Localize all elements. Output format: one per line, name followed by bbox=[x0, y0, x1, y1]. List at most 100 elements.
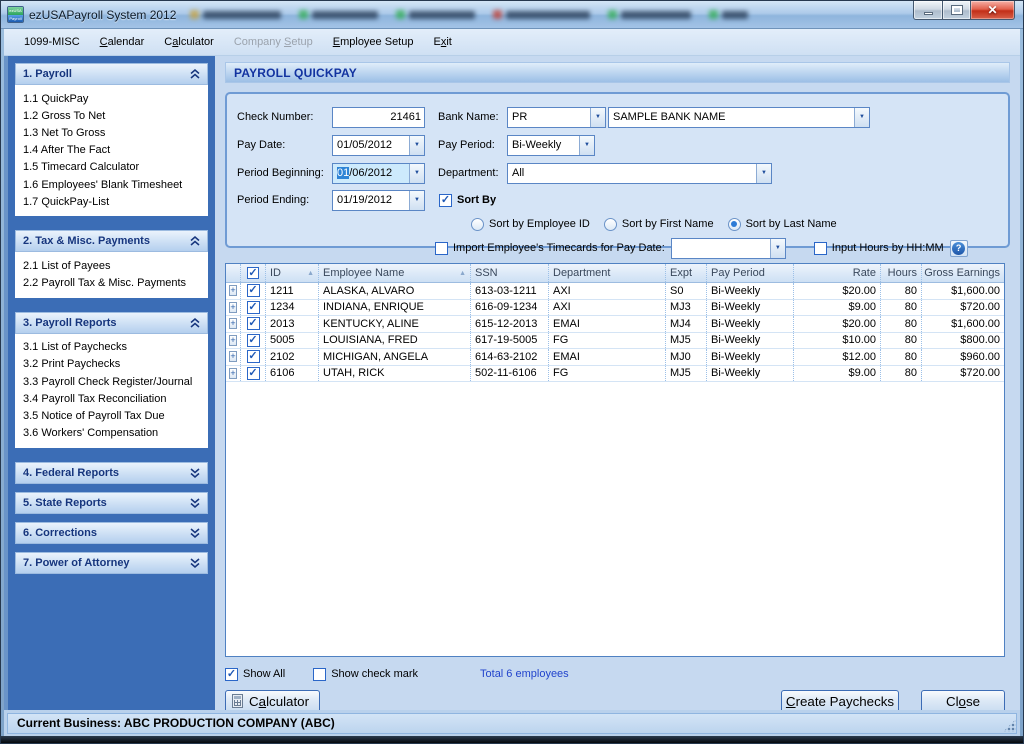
bank-code-dropdown[interactable]: PR ▼ bbox=[507, 107, 606, 128]
maximize-button[interactable] bbox=[943, 1, 971, 20]
show-check-mark-checkbox[interactable] bbox=[313, 668, 326, 681]
table-row[interactable]: + 1234 INDIANA, ENRIQUE 616-09-1234 AXI … bbox=[226, 300, 1004, 317]
collapse-chevron-icon[interactable] bbox=[190, 69, 200, 79]
sidebar-item-payroll-tax-misc[interactable]: 2.2 Payroll Tax & Misc. Payments bbox=[23, 275, 204, 292]
chevron-down-icon[interactable]: ▼ bbox=[854, 108, 869, 127]
check-number-input[interactable]: 21461 bbox=[332, 107, 425, 128]
collapse-chevron-icon[interactable] bbox=[190, 236, 200, 246]
expand-chevron-icon[interactable] bbox=[190, 528, 200, 538]
select-all-checkbox[interactable] bbox=[247, 267, 259, 279]
chevron-down-icon[interactable]: ▼ bbox=[756, 164, 771, 183]
sidebar-header-power-of-attorney[interactable]: 7. Power of Attorney bbox=[15, 552, 208, 574]
column-header-id[interactable]: ID▲ bbox=[266, 264, 319, 282]
table-row[interactable]: + 2013 KENTUCKY, ALINE 615-12-2013 EMAI … bbox=[226, 316, 1004, 333]
column-header-expt[interactable]: Expt bbox=[666, 264, 707, 282]
column-header-gross-earnings[interactable]: Gross Earnings bbox=[922, 264, 1004, 282]
column-header-rate[interactable]: Rate bbox=[794, 264, 881, 282]
sidebar-header-federal-reports[interactable]: 4. Federal Reports bbox=[15, 462, 208, 484]
help-button[interactable]: ? bbox=[950, 240, 968, 257]
calculator-button[interactable]: Calculator bbox=[225, 690, 320, 711]
blurred-toolbar-item[interactable] bbox=[190, 10, 281, 19]
expand-chevron-icon[interactable] bbox=[190, 498, 200, 508]
sidebar-header-corrections[interactable]: 6. Corrections bbox=[15, 522, 208, 544]
column-header-employee-name[interactable]: Employee Name▲ bbox=[319, 264, 471, 282]
row-checkbox[interactable] bbox=[247, 367, 260, 380]
column-header-hours[interactable]: Hours bbox=[881, 264, 922, 282]
column-header-department[interactable]: Department bbox=[549, 264, 666, 282]
expand-row-button[interactable]: + bbox=[229, 351, 236, 362]
sort-by-last-name-radio[interactable] bbox=[728, 218, 741, 231]
sidebar-item-quickpay-list[interactable]: 1.7 QuickPay-List bbox=[23, 193, 204, 210]
blurred-toolbar-item[interactable] bbox=[299, 10, 378, 19]
department-dropdown[interactable]: All ▼ bbox=[507, 163, 772, 184]
row-checkbox[interactable] bbox=[247, 317, 260, 330]
input-hours-checkbox[interactable] bbox=[814, 242, 827, 255]
table-row[interactable]: + 6106 UTAH, RICK 502-11-6106 FG MJ5 Bi-… bbox=[226, 366, 1004, 383]
chevron-down-icon[interactable]: ▼ bbox=[590, 108, 605, 127]
sidebar-item-print-paychecks[interactable]: 3.2 Print Paychecks bbox=[23, 356, 204, 373]
expand-chevron-icon[interactable] bbox=[190, 558, 200, 568]
menu-item-calendar[interactable]: Calendar bbox=[90, 33, 155, 51]
table-row[interactable]: + 2102 MICHIGAN, ANGELA 614-63-2102 EMAI… bbox=[226, 349, 1004, 366]
chevron-down-icon[interactable]: ▼ bbox=[409, 164, 424, 183]
sidebar-item-check-register[interactable]: 3.3 Payroll Check Register/Journal bbox=[23, 373, 204, 390]
collapse-chevron-icon[interactable] bbox=[190, 318, 200, 328]
menu-item-employee-setup[interactable]: Employee Setup bbox=[323, 33, 424, 51]
sidebar-item-tax-reconciliation[interactable]: 3.4 Payroll Tax Reconciliation bbox=[23, 390, 204, 407]
chevron-down-icon[interactable]: ▼ bbox=[579, 136, 594, 155]
expand-row-button[interactable]: + bbox=[229, 285, 236, 296]
table-row[interactable]: + 1211 ALASKA, ALVARO 613-03-1211 AXI S0… bbox=[226, 283, 1004, 300]
expand-row-button[interactable]: + bbox=[229, 302, 236, 313]
import-timecards-date-dropdown[interactable]: ▼ bbox=[671, 238, 786, 259]
chevron-down-icon[interactable]: ▼ bbox=[409, 136, 424, 155]
table-row[interactable]: + 5005 LOUISIANA, FRED 617-19-5005 FG MJ… bbox=[226, 333, 1004, 350]
sidebar-item-workers-compensation[interactable]: 3.6 Workers' Compensation bbox=[23, 425, 204, 442]
chevron-down-icon[interactable]: ▼ bbox=[770, 239, 785, 258]
expand-row-button[interactable]: + bbox=[229, 318, 236, 329]
pay-period-dropdown[interactable]: Bi-Weekly ▼ bbox=[507, 135, 595, 156]
menu-item-exit[interactable]: Exit bbox=[423, 33, 461, 51]
pay-date-picker[interactable]: 01/05/2012 ▼ bbox=[332, 135, 425, 156]
blurred-toolbar-item[interactable] bbox=[396, 10, 475, 19]
sidebar-item-timecard-calculator[interactable]: 1.5 Timecard Calculator bbox=[23, 159, 204, 176]
sidebar-item-notice-tax-due[interactable]: 3.5 Notice of Payroll Tax Due bbox=[23, 407, 204, 424]
sidebar-header-payroll[interactable]: 1. Payroll bbox=[15, 63, 208, 85]
row-checkbox[interactable] bbox=[247, 284, 260, 297]
sidebar-header-state-reports[interactable]: 5. State Reports bbox=[15, 492, 208, 514]
blurred-toolbar-item[interactable] bbox=[493, 10, 590, 19]
sidebar-item-after-the-fact[interactable]: 1.4 After The Fact bbox=[23, 142, 204, 159]
row-checkbox[interactable] bbox=[247, 301, 260, 314]
sidebar-item-quickpay[interactable]: 1.1 QuickPay bbox=[23, 90, 204, 107]
show-all-checkbox[interactable] bbox=[225, 668, 238, 681]
chevron-down-icon[interactable]: ▼ bbox=[409, 191, 424, 210]
column-header-pay-period[interactable]: Pay Period bbox=[707, 264, 794, 282]
sidebar-header-tax-misc[interactable]: 2. Tax & Misc. Payments bbox=[15, 230, 208, 252]
column-header-ssn[interactable]: SSN bbox=[471, 264, 549, 282]
close-window-button[interactable]: ✕ bbox=[971, 1, 1015, 20]
menu-item-calculator[interactable]: Calculator bbox=[154, 33, 224, 51]
create-paychecks-button[interactable]: Create Paychecks bbox=[781, 690, 899, 711]
import-timecards-checkbox[interactable] bbox=[435, 242, 448, 255]
menu-item-1099-misc[interactable]: 1099-MISC bbox=[14, 33, 90, 51]
sidebar-item-net-to-gross[interactable]: 1.3 Net To Gross bbox=[23, 124, 204, 141]
blurred-toolbar-item[interactable] bbox=[608, 10, 691, 19]
sidebar-item-gross-to-net[interactable]: 1.2 Gross To Net bbox=[23, 107, 204, 124]
close-button[interactable]: Close bbox=[921, 690, 1005, 711]
minimize-button[interactable] bbox=[913, 1, 943, 20]
sidebar-item-list-of-paychecks[interactable]: 3.1 List of Paychecks bbox=[23, 339, 204, 356]
bank-name-dropdown[interactable]: SAMPLE BANK NAME ▼ bbox=[608, 107, 870, 128]
expand-row-button[interactable]: + bbox=[229, 368, 236, 379]
row-checkbox[interactable] bbox=[247, 334, 260, 347]
sidebar-item-list-of-payees[interactable]: 2.1 List of Payees bbox=[23, 257, 204, 274]
blurred-toolbar-item[interactable] bbox=[709, 10, 748, 19]
row-checkbox[interactable] bbox=[247, 350, 260, 363]
expand-row-button[interactable]: + bbox=[229, 335, 236, 346]
sidebar-item-blank-timesheet[interactable]: 1.6 Employees' Blank Timesheet bbox=[23, 176, 204, 193]
sort-by-first-name-radio[interactable] bbox=[604, 218, 617, 231]
period-ending-picker[interactable]: 01/19/2012 ▼ bbox=[332, 190, 425, 211]
sidebar-header-payroll-reports[interactable]: 3. Payroll Reports bbox=[15, 312, 208, 334]
period-beginning-picker[interactable]: 01/06/2012 ▼ bbox=[332, 163, 425, 184]
sort-by-checkbox[interactable] bbox=[439, 194, 452, 207]
sort-by-employee-id-radio[interactable] bbox=[471, 218, 484, 231]
expand-chevron-icon[interactable] bbox=[190, 468, 200, 478]
